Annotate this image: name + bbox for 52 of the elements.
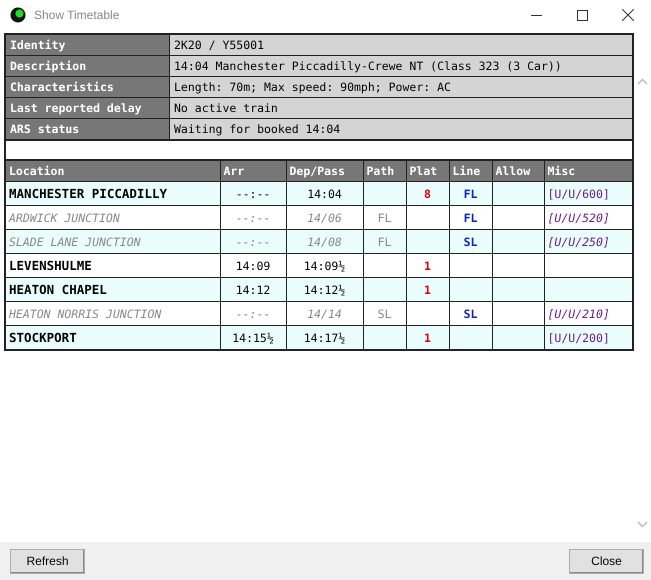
close-button[interactable]: Close: [569, 548, 644, 574]
field-label: Description: [5, 56, 170, 76]
column-header: Dep/Pass: [286, 160, 363, 182]
table-cell: [492, 182, 544, 206]
field-value: 14:04 Manchester Piccadilly-Crewe NT (Class 323 (3 Car)): [170, 56, 633, 76]
field-label: Characteristics: [5, 76, 170, 98]
column-header: Allow: [492, 160, 544, 182]
column-header: Plat: [406, 160, 449, 182]
table-cell: [492, 278, 544, 302]
table-cell: [406, 230, 449, 254]
table-cell: 1: [406, 278, 449, 302]
column-header: Path: [363, 160, 406, 182]
field-value: Waiting for booked 14:04: [170, 118, 633, 140]
table-cell: [U/U/600]: [544, 182, 633, 206]
table-cell: SLADE LANE JUNCTION: [5, 230, 220, 254]
table-cell: --:--: [220, 182, 286, 206]
table-cell: FL: [363, 230, 406, 254]
table-cell: [363, 278, 406, 302]
table-cell: 14:17½: [286, 326, 363, 350]
field-value: 2K20 / Y55001: [170, 34, 633, 56]
table-cell: 14/08: [286, 230, 363, 254]
field-label: Identity: [5, 34, 170, 56]
window-title: Show Timetable: [34, 8, 120, 22]
table-cell: [492, 230, 544, 254]
table-cell: 8: [406, 182, 449, 206]
field-label: Last reported delay: [5, 98, 170, 118]
maximize-icon[interactable]: [576, 10, 588, 20]
field-value: No active train: [170, 98, 633, 118]
table-cell: [363, 182, 406, 206]
table-cell: 14:12½: [286, 278, 363, 302]
refresh-button[interactable]: Refresh: [10, 548, 85, 574]
table-cell: SL: [449, 230, 492, 254]
table-cell: STOCKPORT: [5, 326, 220, 350]
table-cell: MANCHESTER PICCADILLY: [5, 182, 220, 206]
table-cell: [U/U/250]: [544, 230, 633, 254]
column-header: Misc: [544, 160, 633, 182]
table-cell: HEATON CHAPEL: [5, 278, 220, 302]
table-cell: 1: [406, 326, 449, 350]
column-header: Location: [5, 160, 220, 182]
app-icon: [10, 7, 26, 23]
table-cell: 14:15½: [220, 326, 286, 350]
table-cell: [449, 278, 492, 302]
table-cell: [U/U/200]: [544, 326, 633, 350]
table-cell: --:--: [220, 230, 286, 254]
table-cell: 14:12: [220, 278, 286, 302]
column-header: Line: [449, 160, 492, 182]
field-value: Length: 70m; Max speed: 90mph; Power: AC: [170, 76, 633, 98]
field-label: ARS status: [5, 118, 170, 140]
table-cell: FL: [449, 182, 492, 206]
table-cell: 14:04: [286, 182, 363, 206]
column-header: Arr: [220, 160, 286, 182]
close-icon[interactable]: [622, 9, 634, 21]
